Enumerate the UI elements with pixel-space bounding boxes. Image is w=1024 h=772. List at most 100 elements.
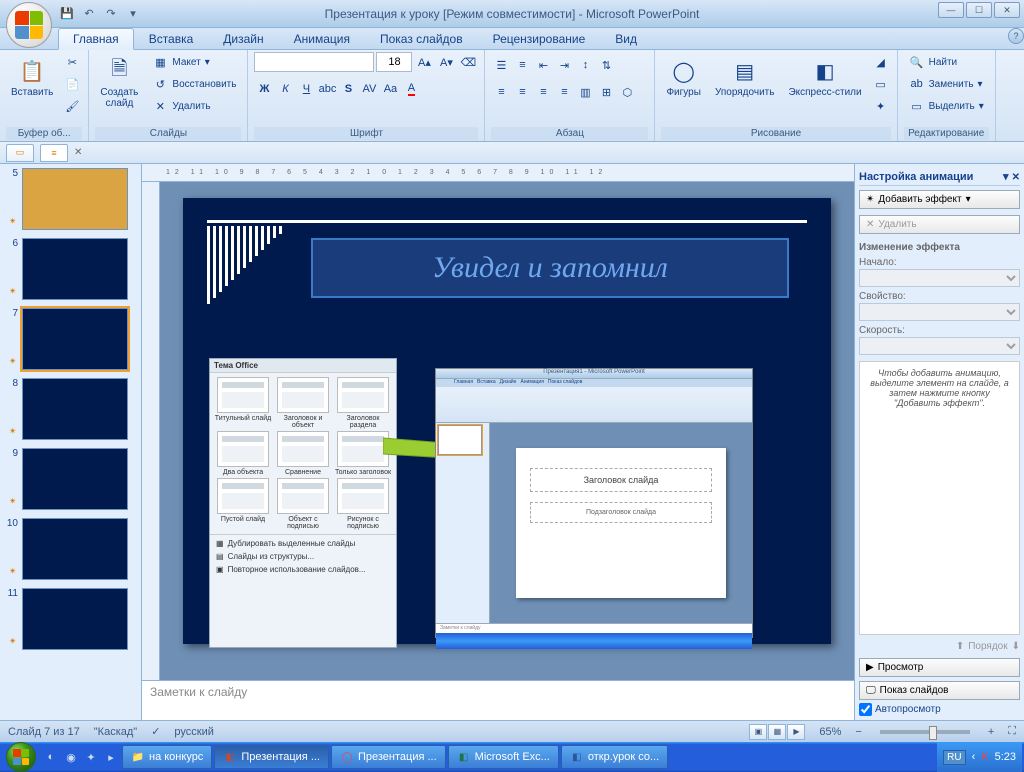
thumb-11[interactable]: ✴: [22, 588, 128, 650]
layout-option[interactable]: Пустой слайд: [214, 478, 272, 530]
tray-icon[interactable]: K: [981, 751, 988, 763]
menu-outline[interactable]: ▤ Слайды из структуры...: [212, 550, 394, 563]
tab-insert[interactable]: Вставка: [134, 28, 209, 49]
anim-dropdown-icon[interactable]: ▾: [1003, 171, 1009, 183]
tab-home[interactable]: Главная: [58, 28, 134, 50]
align-text-icon[interactable]: ⊞: [596, 82, 616, 102]
shrink-font-icon[interactable]: A▾: [436, 52, 456, 72]
format-painter-icon[interactable]: 🖌: [62, 96, 82, 116]
taskbar-item[interactable]: ◧Microsoft Exc...: [448, 745, 559, 769]
taskbar-item[interactable]: 📁на конкурс: [122, 745, 212, 769]
thumb-7[interactable]: ✴: [22, 308, 128, 370]
qat-dropdown-icon[interactable]: ▾: [124, 5, 142, 23]
paste-button[interactable]: 📋Вставить: [6, 52, 58, 101]
quicklaunch-icon[interactable]: ◐: [43, 749, 59, 765]
text-direction-icon[interactable]: ⇅: [596, 55, 616, 75]
font-color-icon[interactable]: A: [401, 79, 421, 99]
minimize-button[interactable]: —: [938, 2, 964, 18]
quicklaunch-icon[interactable]: ▸: [103, 749, 119, 765]
close-button[interactable]: ✕: [994, 2, 1020, 18]
shape-effects-icon[interactable]: ✦: [871, 96, 891, 116]
tab-slideshow[interactable]: Показ слайдов: [365, 28, 478, 49]
preview-button[interactable]: ▶ Просмотр: [859, 658, 1020, 677]
spell-icon[interactable]: ✓: [151, 725, 160, 738]
case-icon[interactable]: Aa: [380, 79, 400, 99]
layout-option[interactable]: Два объекта: [214, 431, 272, 476]
thumb-9[interactable]: ✴: [22, 448, 128, 510]
undo-icon[interactable]: ↶: [80, 5, 98, 23]
tab-design[interactable]: Дизайн: [208, 28, 278, 49]
help-button[interactable]: ?: [1008, 28, 1024, 44]
layout-option[interactable]: Только заголовок: [334, 431, 392, 476]
align-right-icon[interactable]: ≡: [533, 82, 553, 102]
indent-inc-icon[interactable]: ⇥: [554, 55, 574, 75]
shape-fill-icon[interactable]: ◢: [871, 52, 891, 72]
numbering-icon[interactable]: ≡: [512, 55, 532, 75]
move-down-icon[interactable]: ⬇: [1012, 641, 1020, 652]
save-icon[interactable]: 💾: [58, 5, 76, 23]
layout-option[interactable]: Заголовок раздела: [334, 377, 392, 429]
speed-select[interactable]: [859, 337, 1020, 355]
slideshow-button[interactable]: 🖵 Показ слайдов: [859, 681, 1020, 700]
language-indicator[interactable]: русский: [174, 726, 213, 738]
underline-icon[interactable]: Ч: [296, 79, 316, 99]
layout-option[interactable]: Заголовок и объект: [274, 377, 332, 429]
reset-button[interactable]: ↺Восстановить: [147, 74, 241, 94]
select-button[interactable]: ▭Выделить ▾: [904, 96, 989, 116]
sorter-view-icon[interactable]: ▦: [768, 724, 786, 740]
bold-icon[interactable]: Ж: [254, 79, 274, 99]
shadow-icon[interactable]: S: [338, 79, 358, 99]
tab-animation[interactable]: Анимация: [279, 28, 365, 49]
zoom-in-icon[interactable]: +: [988, 726, 994, 738]
remove-effect-button[interactable]: ✕ Удалить: [859, 215, 1020, 234]
arrange-button[interactable]: ▤Упорядочить: [710, 52, 780, 101]
redo-icon[interactable]: ↷: [102, 5, 120, 23]
autopreview-checkbox[interactable]: Автопросмотр: [859, 703, 1020, 716]
justify-icon[interactable]: ≡: [554, 82, 574, 102]
smartart-icon[interactable]: ⬡: [617, 82, 637, 102]
font-family-select[interactable]: [254, 52, 374, 72]
zoom-out-icon[interactable]: −: [855, 726, 861, 738]
property-select[interactable]: [859, 303, 1020, 321]
tray-icon[interactable]: ‹: [972, 751, 976, 763]
slide-title-box[interactable]: Увидел и запомнил: [311, 238, 789, 298]
add-effect-button[interactable]: ✴ Добавить эффект ▾: [859, 190, 1020, 209]
clear-format-icon[interactable]: ⌫: [458, 52, 478, 72]
align-left-icon[interactable]: ≡: [491, 82, 511, 102]
replace-button[interactable]: abЗаменить ▾: [904, 74, 989, 94]
cut-icon[interactable]: ✂: [62, 52, 82, 72]
menu-reuse[interactable]: ▣ Повторное использование слайдов...: [212, 563, 394, 576]
language-indicator[interactable]: RU: [943, 750, 965, 765]
tab-review[interactable]: Рецензирование: [478, 28, 601, 49]
tab-view[interactable]: Вид: [600, 28, 652, 49]
slide-thumbnails[interactable]: 5✴ 6✴ 7✴ 8✴ 9✴ 10✴ 11✴: [0, 164, 142, 720]
shape-outline-icon[interactable]: ▭: [871, 74, 891, 94]
line-spacing-icon[interactable]: ↕: [575, 55, 595, 75]
grow-font-icon[interactable]: A▴: [414, 52, 434, 72]
close-pane-icon[interactable]: ✕: [1012, 172, 1020, 183]
fit-icon[interactable]: ⛶: [1008, 725, 1016, 738]
thumb-8[interactable]: ✴: [22, 378, 128, 440]
taskbar-item[interactable]: ◯Презентация ...: [331, 745, 446, 769]
slides-tab[interactable]: ▭: [6, 144, 34, 162]
taskbar-item[interactable]: ◧Презентация ...: [214, 745, 329, 769]
thumb-10[interactable]: ✴: [22, 518, 128, 580]
bullets-icon[interactable]: ☰: [491, 55, 511, 75]
thumb-6[interactable]: ✴: [22, 238, 128, 300]
layout-option[interactable]: Рисунок с подписью: [334, 478, 392, 530]
maximize-button[interactable]: ☐: [966, 2, 992, 18]
slideshow-view-icon[interactable]: ▶: [787, 724, 805, 740]
slide-canvas[interactable]: Увидел и запомнил Тема Office Титульный …: [183, 198, 831, 644]
indent-dec-icon[interactable]: ⇤: [533, 55, 553, 75]
zoom-level[interactable]: 65%: [819, 726, 841, 738]
notes-pane[interactable]: Заметки к слайду: [142, 680, 854, 720]
office-button[interactable]: [6, 2, 52, 48]
quicklaunch-icon[interactable]: ◉: [63, 749, 79, 765]
taskbar-item[interactable]: ◧откр.урок со...: [561, 745, 668, 769]
align-center-icon[interactable]: ≡: [512, 82, 532, 102]
menu-duplicate[interactable]: ▦ Дублировать выделенные слайды: [212, 537, 394, 550]
shapes-button[interactable]: ◯Фигуры: [661, 52, 705, 101]
layout-option[interactable]: Объект с подписью: [274, 478, 332, 530]
columns-icon[interactable]: ▥: [575, 82, 595, 102]
layout-option[interactable]: Сравнение: [274, 431, 332, 476]
